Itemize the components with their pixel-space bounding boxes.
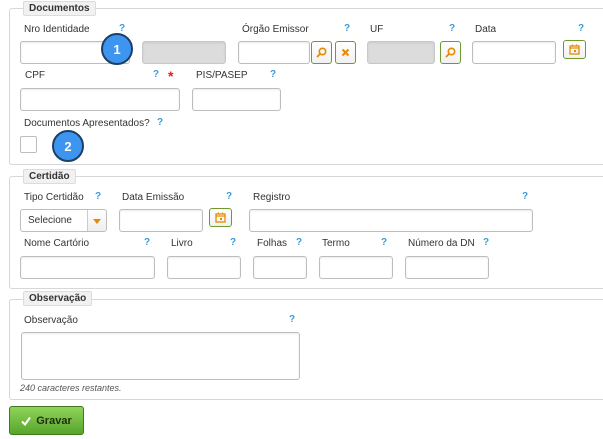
tipo-certidao-selected: Selecione <box>28 215 72 226</box>
step-badge-1: 1 <box>101 33 133 65</box>
data-input[interactable] <box>472 41 556 64</box>
cpf-label: CPF <box>25 70 45 81</box>
termo-input[interactable] <box>319 256 393 279</box>
uf-label: UF <box>370 24 384 35</box>
observacao-textarea[interactable] <box>21 332 300 380</box>
search-icon <box>316 47 327 58</box>
documentos-apresentados-help-icon[interactable]: ? <box>157 117 163 129</box>
calendar-icon <box>215 212 226 223</box>
nro-identidade-extra-input <box>142 41 226 64</box>
save-button[interactable]: Gravar <box>9 406 84 435</box>
registro-label: Registro <box>253 192 291 203</box>
certidao-legend: Certidão <box>23 169 76 184</box>
orgao-emissor-search-button[interactable] <box>311 41 332 64</box>
documentos-legend: Documentos <box>23 1 96 16</box>
observacao-help-icon[interactable]: ? <box>289 314 295 326</box>
orgao-emissor-input[interactable] <box>238 41 310 64</box>
characters-remaining-note: 240 caracteres restantes. <box>20 383 122 393</box>
cpf-input[interactable] <box>20 88 180 111</box>
registro-help-icon[interactable]: ? <box>522 191 528 203</box>
chevron-down-icon[interactable] <box>87 210 106 231</box>
tipo-certidao-select[interactable]: Selecione <box>20 209 107 232</box>
data-emissao-input[interactable] <box>119 209 203 232</box>
nome-cartorio-input[interactable] <box>20 256 155 279</box>
cpf-required-marker: * <box>168 68 174 84</box>
data-emissao-help-icon[interactable]: ? <box>226 191 232 203</box>
documentos-apresentados-checkbox[interactable] <box>20 136 37 153</box>
tipo-certidao-help-icon[interactable]: ? <box>95 191 101 203</box>
pis-pasep-label: PIS/PASEP <box>196 70 248 81</box>
data-calendar-button[interactable] <box>563 40 586 59</box>
observacao-label: Observação <box>24 315 78 326</box>
check-icon <box>21 416 32 426</box>
calendar-icon <box>569 44 580 55</box>
orgao-emissor-label: Órgão Emissor <box>242 24 309 35</box>
folhas-help-icon[interactable]: ? <box>296 237 302 249</box>
uf-help-icon[interactable]: ? <box>449 23 455 35</box>
pis-pasep-help-icon[interactable]: ? <box>270 69 276 81</box>
documentos-apresentados-label: Documentos Apresentados? <box>24 118 150 129</box>
data-label: Data <box>475 24 497 35</box>
termo-label: Termo <box>322 238 350 249</box>
livro-label: Livro <box>171 238 193 249</box>
search-icon <box>445 47 456 58</box>
folhas-input[interactable] <box>253 256 307 279</box>
numero-dn-help-icon[interactable]: ? <box>483 237 489 249</box>
livro-help-icon[interactable]: ? <box>230 237 236 249</box>
numero-dn-input[interactable] <box>405 256 489 279</box>
termo-help-icon[interactable]: ? <box>381 237 387 249</box>
uf-input <box>367 41 435 64</box>
save-button-label: Gravar <box>36 414 72 427</box>
nro-identidade-label: Nro Identidade <box>24 24 90 35</box>
nome-cartorio-help-icon[interactable]: ? <box>144 237 150 249</box>
orgao-emissor-help-icon[interactable]: ? <box>344 23 350 35</box>
numero-dn-label: Número da DN <box>408 238 475 249</box>
observacao-legend: Observação <box>23 291 93 306</box>
data-help-icon[interactable]: ? <box>578 23 584 35</box>
orgao-emissor-clear-button[interactable] <box>335 41 356 64</box>
clear-icon <box>341 48 350 57</box>
data-emissao-label: Data Emissão <box>122 192 185 203</box>
uf-search-button[interactable] <box>440 41 461 64</box>
folhas-label: Folhas <box>257 238 288 249</box>
pis-pasep-input[interactable] <box>192 88 281 111</box>
step-badge-2: 2 <box>52 130 84 162</box>
registro-input[interactable] <box>249 209 533 232</box>
data-emissao-calendar-button[interactable] <box>209 208 232 227</box>
cpf-help-icon[interactable]: ? <box>153 69 159 81</box>
nome-cartorio-label: Nome Cartório <box>24 238 90 249</box>
tipo-certidao-label: Tipo Certidão <box>24 192 84 203</box>
livro-input[interactable] <box>167 256 241 279</box>
